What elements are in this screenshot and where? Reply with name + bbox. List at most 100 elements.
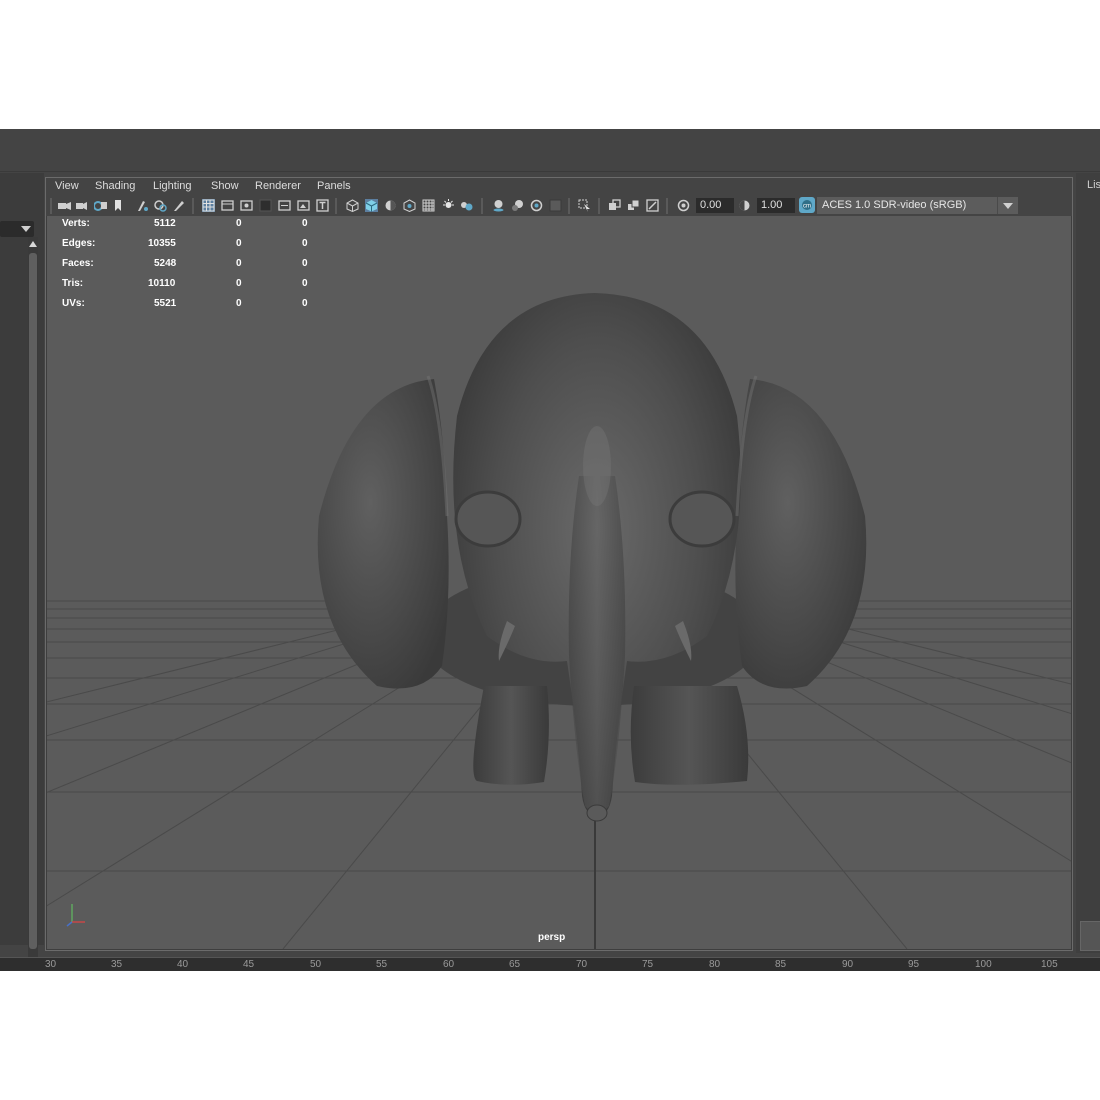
right-eye bbox=[668, 490, 736, 548]
viewport-canvas[interactable] bbox=[47, 216, 1071, 949]
isolate-select-icon[interactable] bbox=[578, 199, 591, 212]
hud-verts-value: 5112 bbox=[154, 218, 176, 229]
toolbar-separator bbox=[666, 198, 668, 214]
left-panel-dropdown[interactable] bbox=[0, 221, 34, 237]
menu-view[interactable]: View bbox=[55, 180, 79, 192]
colorspace-dropdown[interactable]: ACES 1.0 SDR-video (sRGB) bbox=[817, 197, 1017, 214]
camera-attributes-icon[interactable] bbox=[76, 199, 89, 212]
right-panel-label[interactable]: Lis bbox=[1087, 179, 1100, 191]
film-gate-icon[interactable] bbox=[221, 199, 234, 212]
hud-uvs-triangulated: 0 bbox=[302, 298, 308, 309]
left-panel bbox=[0, 173, 44, 970]
gate-mask-icon[interactable] bbox=[259, 199, 272, 212]
depth-of-field-icon[interactable] bbox=[549, 199, 562, 212]
hud-uvs-value: 5521 bbox=[154, 298, 177, 309]
menu-shading[interactable]: Shading bbox=[95, 180, 135, 192]
hud-faces-label: Faces: bbox=[62, 258, 94, 269]
front-left-leg bbox=[473, 686, 549, 785]
color-management-icon[interactable]: cm bbox=[799, 197, 815, 213]
toolbar-separator bbox=[192, 198, 194, 214]
gamma-field[interactable]: 1.00 bbox=[757, 198, 795, 213]
pencil-icon[interactable] bbox=[172, 199, 185, 212]
smooth-shade-icon[interactable] bbox=[365, 199, 378, 212]
scroll-up-icon[interactable] bbox=[29, 241, 37, 247]
timeline-tick: 60 bbox=[443, 959, 455, 970]
timeline-tick: 65 bbox=[509, 959, 521, 970]
gamma-reset-icon[interactable] bbox=[738, 199, 751, 212]
hud-verts-triangulated: 0 bbox=[302, 218, 308, 229]
2d-pan-zoom-icon[interactable] bbox=[136, 199, 149, 212]
hud-uvs-label: UVs: bbox=[62, 298, 85, 309]
panel-toolbar: 0.00 1.00 cm ACES 1.0 SDR-video (sRGB) bbox=[46, 196, 1072, 216]
toolbar-separator bbox=[50, 198, 52, 214]
exposure-field[interactable]: 0.00 bbox=[696, 198, 734, 213]
menu-panels[interactable]: Panels bbox=[317, 180, 351, 192]
xray-joints-icon[interactable] bbox=[646, 199, 659, 212]
menu-renderer[interactable]: Renderer bbox=[255, 180, 301, 192]
left-panel-scrollbar[interactable] bbox=[28, 237, 38, 970]
left-eye bbox=[454, 490, 522, 548]
grid-icon[interactable] bbox=[202, 199, 215, 212]
menu-show[interactable]: Show bbox=[211, 180, 239, 192]
toolbar-separator bbox=[568, 198, 570, 214]
use-lights-icon[interactable] bbox=[442, 199, 455, 212]
xray-active-components-icon[interactable] bbox=[627, 199, 640, 212]
xray-icon[interactable] bbox=[608, 199, 621, 212]
viewport-panel: View Shading Lighting Show Renderer Pane… bbox=[45, 177, 1073, 951]
hud-edges-selected: 0 bbox=[236, 238, 242, 249]
shadows-icon[interactable] bbox=[460, 199, 473, 212]
hud-edges-value: 10355 bbox=[148, 238, 176, 249]
hud-faces-value: 5248 bbox=[154, 258, 177, 269]
hud-edges-label: Edges: bbox=[62, 238, 96, 249]
hud-faces-triangulated: 0 bbox=[302, 258, 308, 269]
safe-action-icon[interactable] bbox=[297, 199, 310, 212]
right-panel: Lis bbox=[1076, 173, 1100, 953]
timeline-tick: 30 bbox=[45, 959, 57, 970]
maya-window: Lis View Shading Lighting Show Renderer … bbox=[0, 129, 1100, 970]
hud-verts-selected: 0 bbox=[236, 218, 242, 229]
timeline-tick: 35 bbox=[111, 959, 123, 970]
elephant-trunk bbox=[568, 476, 626, 814]
exposure-reset-icon[interactable] bbox=[677, 199, 690, 212]
timeline-tick: 75 bbox=[642, 959, 654, 970]
resolution-gate-icon[interactable] bbox=[240, 199, 253, 212]
hud-tris-triangulated: 0 bbox=[302, 278, 308, 289]
safe-title-icon[interactable] bbox=[316, 199, 329, 212]
hud-tris-selected: 0 bbox=[236, 278, 242, 289]
toolbar-separator bbox=[335, 198, 337, 214]
colorspace-dropdown-button[interactable] bbox=[997, 197, 1018, 214]
screen-space-ao-icon[interactable] bbox=[492, 199, 505, 212]
hud-faces-selected: 0 bbox=[236, 258, 242, 269]
timeline-tick: 55 bbox=[376, 959, 388, 970]
hud-verts-label: Verts: bbox=[62, 218, 90, 229]
hud-edges-triangulated: 0 bbox=[302, 238, 308, 249]
panel-menu-bar: View Shading Lighting Show Renderer Pane… bbox=[46, 178, 1072, 196]
timeline-tick: 50 bbox=[310, 959, 322, 970]
grease-pencil-icon[interactable] bbox=[154, 199, 167, 212]
3d-viewport[interactable]: Verts: 5112 0 0 Edges: 10355 0 0 Faces: … bbox=[47, 216, 1071, 949]
chevron-down-icon bbox=[21, 226, 31, 232]
camera-name-label: persp bbox=[538, 932, 566, 943]
field-chart-icon[interactable] bbox=[278, 199, 291, 212]
flat-lighting-icon[interactable] bbox=[384, 199, 397, 212]
hud-uvs-selected: 0 bbox=[236, 298, 242, 309]
right-panel-box bbox=[1080, 921, 1100, 951]
select-camera-icon[interactable] bbox=[58, 199, 71, 212]
bounding-box-icon[interactable] bbox=[403, 199, 416, 212]
time-slider-ruler[interactable]: 30 35 40 45 50 55 60 65 70 75 80 85 90 9… bbox=[0, 957, 1100, 971]
timeline-tick: 95 bbox=[908, 959, 920, 970]
timeline-tick: 80 bbox=[709, 959, 721, 970]
anti-aliasing-icon[interactable] bbox=[530, 199, 543, 212]
wireframe-icon[interactable] bbox=[346, 199, 359, 212]
toolbar-separator bbox=[598, 198, 600, 214]
elephant-model[interactable] bbox=[317, 293, 867, 822]
chevron-down-icon bbox=[1003, 203, 1013, 209]
image-plane-icon[interactable] bbox=[112, 199, 125, 212]
motion-blur-icon[interactable] bbox=[511, 199, 524, 212]
timeline-tick: 105 bbox=[1041, 959, 1058, 970]
bookmark-icon[interactable] bbox=[94, 199, 107, 212]
menu-lighting[interactable]: Lighting bbox=[153, 180, 192, 192]
textured-icon[interactable] bbox=[422, 199, 435, 212]
scroll-thumb[interactable] bbox=[29, 253, 37, 949]
svg-text:cm: cm bbox=[803, 204, 811, 210]
